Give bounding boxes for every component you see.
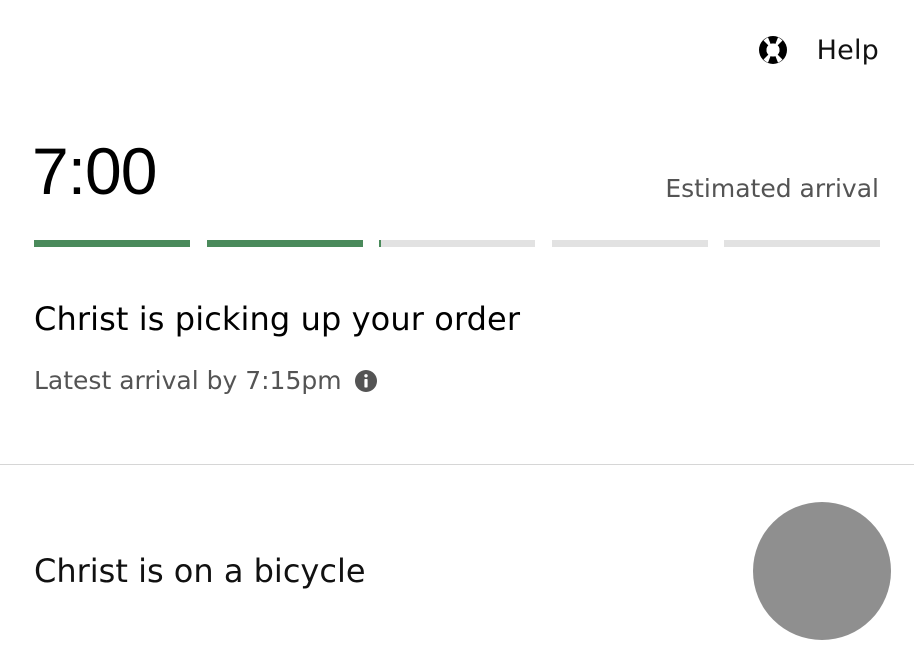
courier-avatar[interactable] bbox=[753, 502, 891, 640]
info-icon[interactable] bbox=[354, 369, 378, 393]
section-divider bbox=[0, 464, 914, 465]
latest-arrival-text: Latest arrival by 7:15pm bbox=[34, 366, 342, 395]
progress-segment-3 bbox=[379, 240, 535, 247]
progress-segment-2 bbox=[206, 240, 363, 247]
lifebuoy-icon bbox=[757, 34, 789, 66]
progress-segment-1 bbox=[34, 240, 190, 247]
progress-segment-fill bbox=[379, 240, 381, 247]
latest-arrival-row: Latest arrival by 7:15pm bbox=[34, 366, 378, 395]
order-status-title: Christ is picking up your order bbox=[34, 300, 521, 338]
eta-caption: Estimated arrival bbox=[665, 174, 879, 203]
progress-segment-fill bbox=[206, 240, 363, 247]
delivery-progress-bar bbox=[34, 240, 880, 247]
progress-segment-fill bbox=[34, 240, 190, 247]
help-button[interactable]: Help bbox=[757, 34, 879, 66]
order-tracking-screen: Help 7:00 Estimated arrival Christ is pi… bbox=[0, 0, 914, 662]
progress-segment-5 bbox=[724, 240, 880, 247]
eta-time: 7:00 bbox=[32, 134, 157, 208]
help-label[interactable]: Help bbox=[817, 35, 879, 66]
courier-vehicle-text: Christ is on a bicycle bbox=[34, 552, 366, 590]
progress-segment-4 bbox=[551, 240, 708, 247]
